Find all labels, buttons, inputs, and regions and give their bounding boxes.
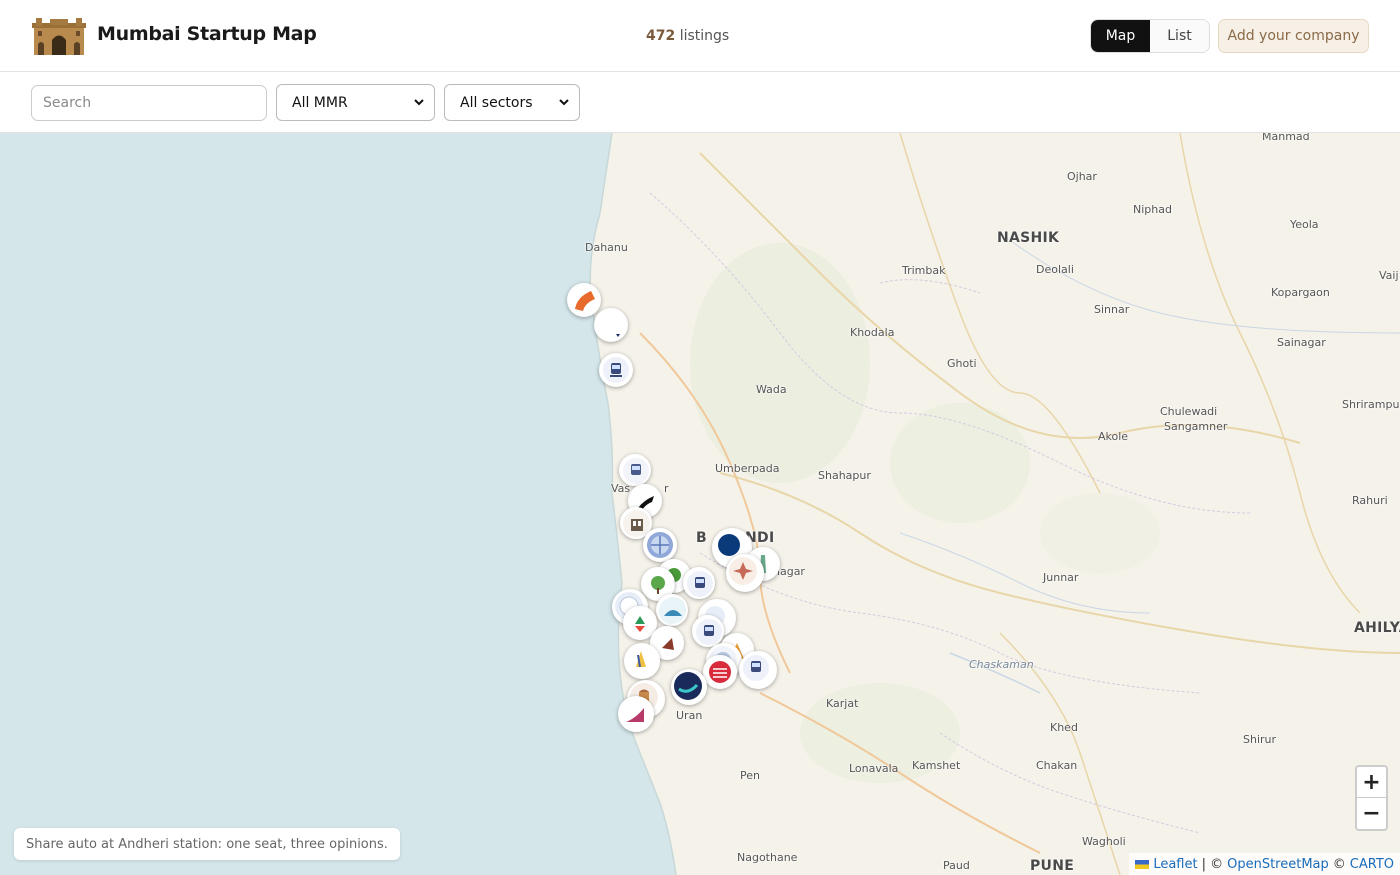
- company-marker[interactable]: [683, 567, 715, 599]
- place-label: Chulewadi: [1160, 405, 1218, 418]
- view-toggle: Map List: [1090, 19, 1210, 53]
- place-label: Karjat: [826, 697, 859, 710]
- place-label: Trimbak: [902, 264, 946, 277]
- place-label: Rahuri: [1352, 494, 1388, 507]
- company-marker[interactable]: [692, 615, 724, 647]
- place-label: Sinnar: [1094, 303, 1130, 316]
- map-canvas[interactable]: Manmad Ojhar Niphad NASHIK Yeola Vaij Da…: [0, 133, 1400, 875]
- zoom-in-button[interactable]: +: [1357, 767, 1386, 798]
- gateway-of-india-logo: [32, 18, 86, 55]
- company-marker[interactable]: [643, 528, 677, 562]
- place-label: Shirur: [1243, 733, 1277, 746]
- company-marker[interactable]: [599, 353, 633, 387]
- place-label: Yeola: [1290, 218, 1319, 231]
- place-label: Dahanu: [585, 241, 628, 254]
- company-marker[interactable]: [619, 454, 651, 486]
- add-company-button[interactable]: Add your company: [1218, 19, 1369, 53]
- openstreetmap-link[interactable]: OpenStreetMap: [1227, 857, 1329, 872]
- place-label: Ojhar: [1067, 170, 1097, 183]
- place-label: Wada: [756, 383, 787, 396]
- place-label: r: [664, 482, 669, 495]
- company-marker[interactable]: [618, 696, 654, 732]
- place-label: Lonavala: [849, 762, 899, 775]
- place-label-major: NASHIK: [997, 230, 1060, 246]
- company-marker[interactable]: [726, 554, 764, 592]
- place-label: Manmad: [1262, 133, 1310, 143]
- place-label: Niphad: [1133, 203, 1172, 216]
- place-label: Khed: [1050, 721, 1078, 734]
- company-marker[interactable]: [656, 594, 688, 626]
- place-label: Uran: [676, 709, 703, 722]
- place-label: Nagothane: [737, 851, 798, 864]
- zoom-out-button[interactable]: −: [1357, 798, 1386, 829]
- place-label: Shahapur: [818, 469, 871, 482]
- region-select[interactable]: All MMR: [276, 84, 435, 121]
- place-label: Umberpada: [715, 462, 780, 475]
- company-marker[interactable]: [739, 651, 777, 689]
- place-label: Pen: [740, 769, 760, 782]
- status-toast: Share auto at Andheri station: one seat,…: [14, 828, 400, 860]
- zoom-control: + −: [1355, 765, 1388, 831]
- chevron-down-icon: [559, 99, 569, 106]
- company-marker[interactable]: [671, 669, 707, 705]
- company-marker[interactable]: [567, 283, 601, 317]
- map-basemap: [0, 133, 1400, 875]
- place-label: Akole: [1098, 430, 1129, 443]
- map-attribution: Leaflet | © OpenStreetMap © CARTO: [1129, 853, 1400, 875]
- sector-select[interactable]: All sectors: [444, 84, 580, 121]
- place-label: Junnar: [1043, 571, 1079, 584]
- place-label-major: AHILYA: [1354, 620, 1400, 636]
- company-marker[interactable]: [594, 308, 628, 342]
- place-label: Wagholi: [1082, 835, 1126, 848]
- app-title: Mumbai Startup Map: [97, 23, 317, 45]
- company-marker[interactable]: [703, 655, 737, 689]
- list-view-button[interactable]: List: [1150, 20, 1209, 52]
- place-label: Vaij: [1379, 269, 1399, 282]
- listings-number: 472: [646, 28, 676, 44]
- region-select-value: All MMR: [292, 94, 348, 111]
- search-input[interactable]: [31, 85, 267, 121]
- ukraine-flag-icon: [1135, 859, 1150, 869]
- map-view-button[interactable]: Map: [1091, 20, 1150, 52]
- place-label-major: B: [696, 530, 707, 546]
- place-label: Kamshet: [912, 759, 961, 772]
- place-label: Sainagar: [1277, 336, 1326, 349]
- place-label: Kopargaon: [1271, 286, 1330, 299]
- leaflet-link[interactable]: Leaflet: [1153, 857, 1197, 872]
- attribution-separator: | ©: [1201, 856, 1224, 872]
- company-marker[interactable]: [624, 643, 660, 679]
- place-label-major: PUNE: [1030, 858, 1075, 874]
- app-header: Mumbai Startup Map 472 listings Map List…: [0, 0, 1400, 72]
- listings-count: 472 listings: [646, 28, 729, 44]
- place-label: Khodala: [850, 326, 895, 339]
- carto-link[interactable]: CARTO: [1350, 857, 1394, 872]
- filter-bar: All MMR All sectors: [0, 72, 1400, 133]
- sector-select-value: All sectors: [460, 94, 533, 111]
- chevron-down-icon: [414, 99, 424, 106]
- attribution-separator: ©: [1332, 856, 1346, 872]
- place-label: Sangamner: [1164, 420, 1228, 433]
- place-label: Chaskaman: [969, 658, 1034, 671]
- place-label: Shrirampur: [1342, 398, 1400, 411]
- place-label: Paud: [943, 859, 970, 872]
- place-label: Ghoti: [947, 357, 977, 370]
- place-label: Chakan: [1036, 759, 1078, 772]
- listings-label: listings: [679, 28, 730, 44]
- place-label: Deolali: [1036, 263, 1074, 276]
